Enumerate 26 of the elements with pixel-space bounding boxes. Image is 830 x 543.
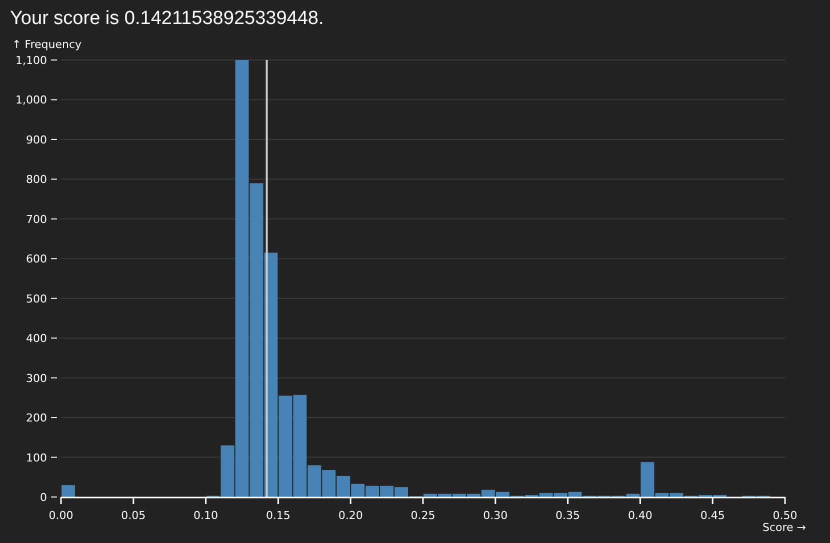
y-tick-label: 0 bbox=[40, 491, 47, 504]
x-tick-label: 0.05 bbox=[121, 509, 146, 522]
y-tick-label: 300 bbox=[26, 372, 47, 385]
y-tick-label: 1,100 bbox=[16, 54, 47, 67]
y-axis-title: ↑ Frequency bbox=[12, 38, 82, 51]
x-tick-label: 0.50 bbox=[772, 509, 798, 522]
x-tick-label: 0.35 bbox=[556, 509, 580, 522]
x-tick-label: 0.10 bbox=[194, 509, 218, 522]
y-tick-label: 500 bbox=[26, 292, 47, 306]
y-tick-label: 400 bbox=[26, 332, 47, 346]
x-tick-label: 0.30 bbox=[483, 509, 508, 522]
x-tick-label: 0.45 bbox=[700, 509, 725, 522]
y-tick-label: 600 bbox=[26, 252, 47, 266]
y-tick-label: 700 bbox=[26, 212, 47, 226]
y-tick-label: 800 bbox=[26, 173, 47, 186]
y-tick-label: 200 bbox=[26, 412, 47, 425]
y-tick-label: 100 bbox=[26, 451, 47, 464]
x-tick-label: 0.15 bbox=[266, 509, 290, 522]
x-tick-label: 0.00 bbox=[48, 509, 74, 522]
score-heading: Your score is 0.14211538925339448. bbox=[9, 7, 325, 31]
y-tick-label: 900 bbox=[26, 133, 47, 146]
y-tick-label: 1,000 bbox=[16, 94, 47, 107]
x-tick-label: 0.40 bbox=[628, 509, 652, 522]
x-axis-title: Score → bbox=[762, 521, 806, 534]
x-tick-label: 0.20 bbox=[338, 509, 363, 522]
x-tick-label: 0.25 bbox=[410, 509, 436, 522]
